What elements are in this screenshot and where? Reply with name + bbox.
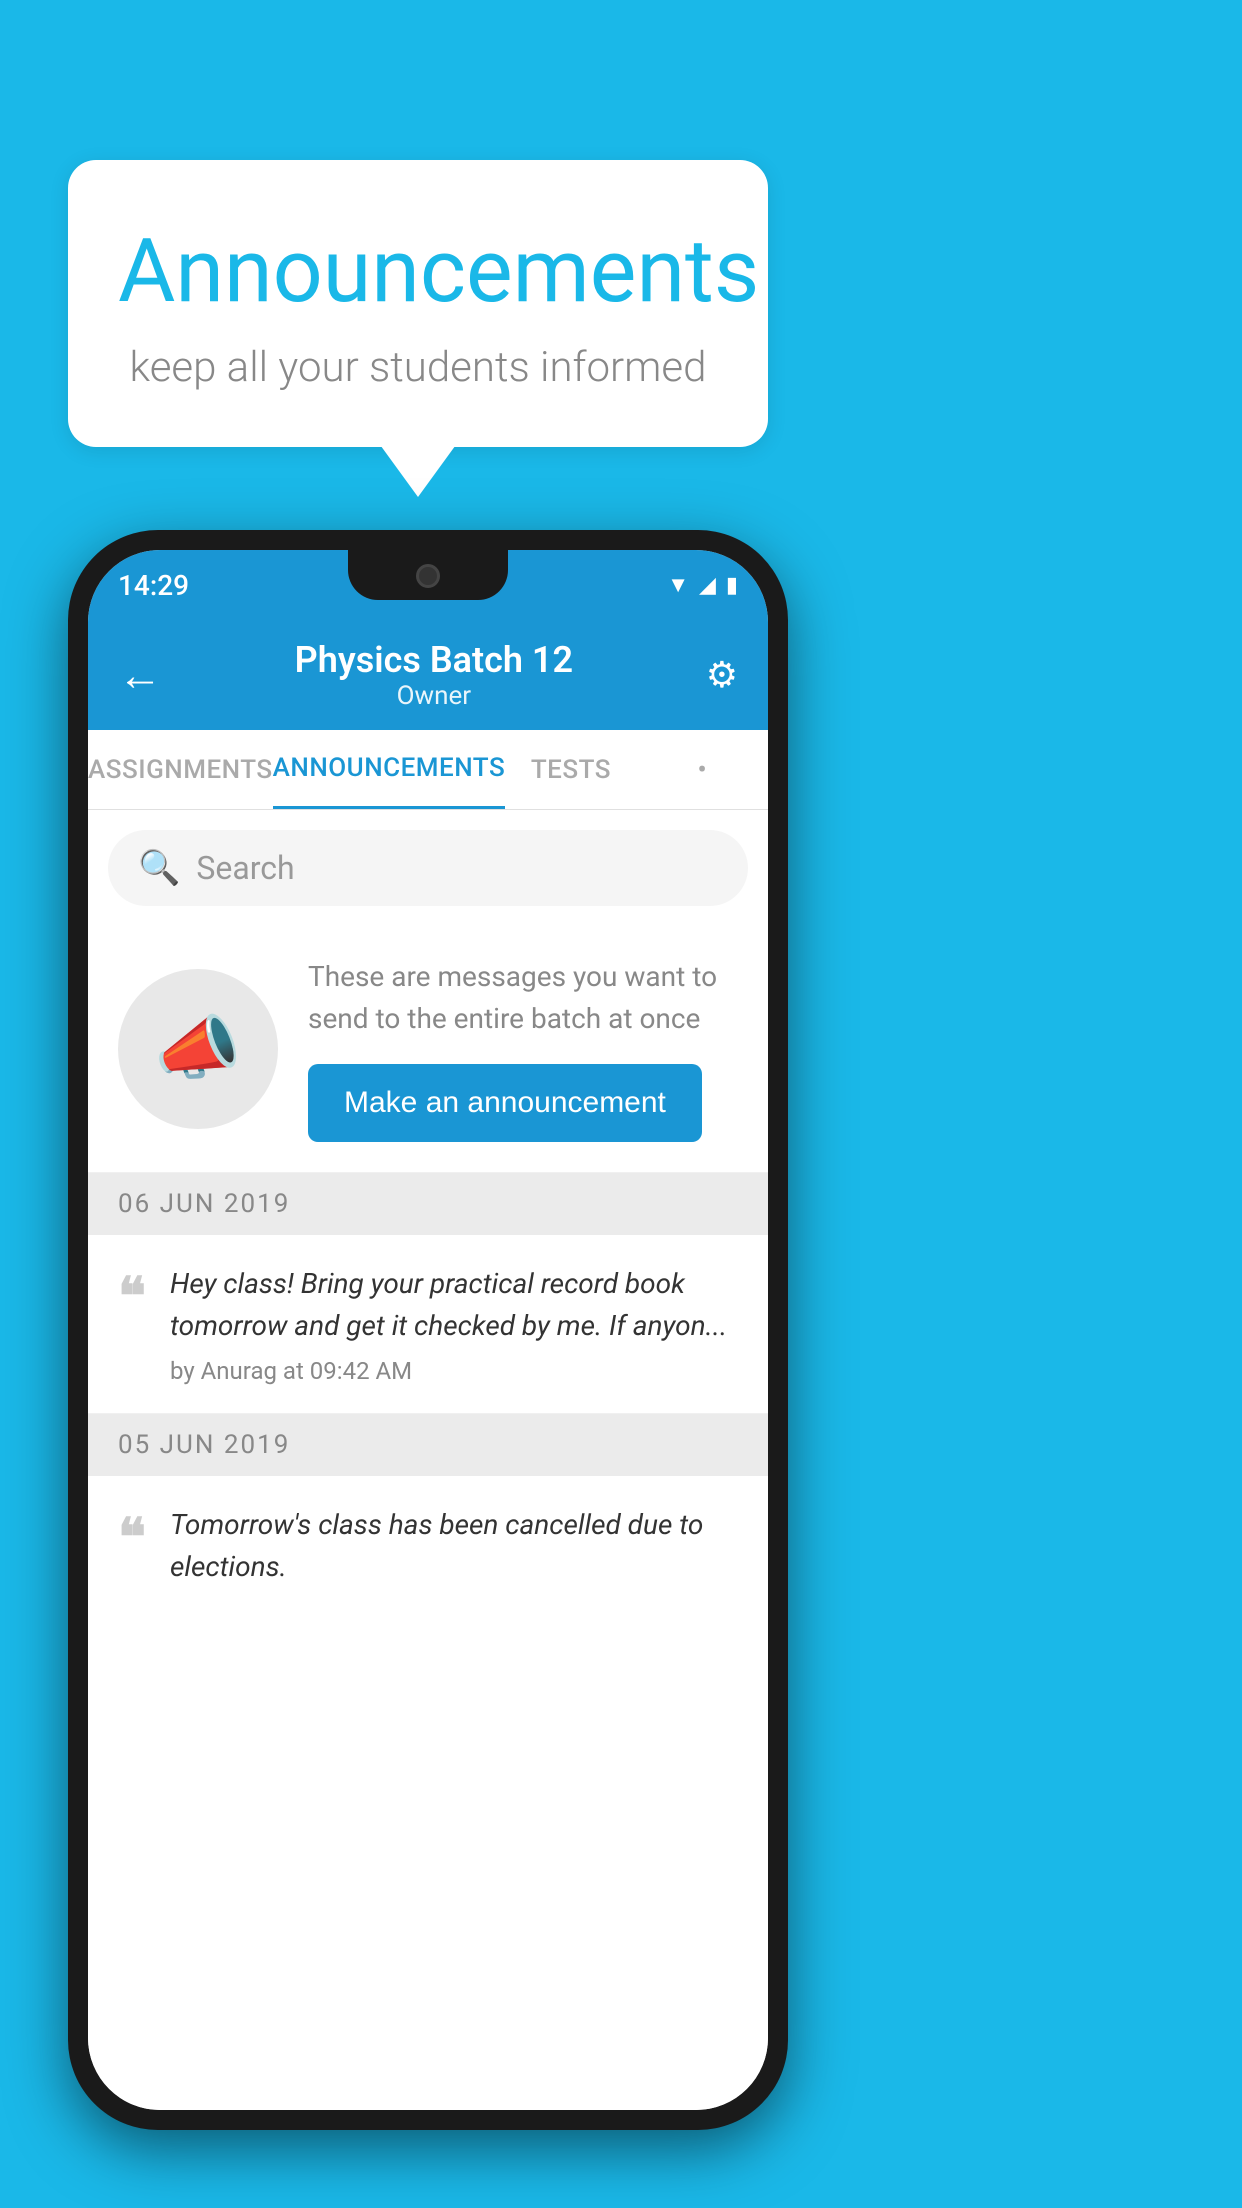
speech-bubble-container: Announcements keep all your students inf… (68, 160, 768, 447)
announcement-message-1: Hey class! Bring your practical record b… (170, 1263, 738, 1347)
header-title-group: Physics Batch 12 Owner (295, 639, 573, 711)
announcement-item-1[interactable]: ❝ Hey class! Bring your practical record… (88, 1235, 768, 1414)
status-time: 14:29 (118, 569, 189, 602)
quote-icon-2: ❝ (118, 1512, 146, 1564)
speech-bubble-title: Announcements (118, 220, 718, 323)
quote-icon-1: ❝ (118, 1271, 146, 1323)
announcement-text-group-1: Hey class! Bring your practical record b… (170, 1263, 738, 1385)
status-icons: ▼ ◢ ▮ (667, 572, 738, 598)
search-icon: 🔍 (138, 848, 180, 888)
notch-camera (416, 564, 440, 588)
date-separator-1: 06 JUN 2019 (88, 1173, 768, 1235)
phone-screen: 14:29 ▼ ◢ ▮ ← Physics Batch 12 Owner ⚙ (88, 550, 768, 2110)
tabs-container: ASSIGNMENTS ANNOUNCEMENTS TESTS • (88, 730, 768, 810)
tab-assignments[interactable]: ASSIGNMENTS (88, 730, 273, 809)
settings-button[interactable]: ⚙ (706, 654, 738, 696)
wifi-icon: ▼ (667, 572, 689, 598)
announcement-meta-1: by Anurag at 09:42 AM (170, 1357, 412, 1385)
phone-notch (348, 550, 508, 600)
signal-icon: ◢ (699, 573, 716, 598)
speech-bubble-subtitle: keep all your students informed (118, 343, 718, 392)
make-announcement-button[interactable]: Make an announcement (308, 1064, 702, 1142)
announcement-item-2[interactable]: ❝ Tomorrow's class has been cancelled du… (88, 1476, 768, 1616)
battery-icon: ▮ (726, 573, 738, 598)
phone-outer: 14:29 ▼ ◢ ▮ ← Physics Batch 12 Owner ⚙ (68, 530, 788, 2130)
back-button[interactable]: ← (118, 649, 162, 701)
intro-description: These are messages you want to send to t… (308, 956, 738, 1040)
tab-more[interactable]: • (637, 730, 768, 809)
tab-announcements[interactable]: ANNOUNCEMENTS (273, 730, 506, 809)
header-subtitle: Owner (295, 681, 573, 711)
content-area: 🔍 Search 📣 These are messages you want t… (88, 810, 768, 2110)
search-bar[interactable]: 🔍 Search (108, 830, 748, 906)
header-title: Physics Batch 12 (295, 639, 573, 681)
search-input-placeholder: Search (196, 849, 294, 887)
announcement-message-2: Tomorrow's class has been cancelled due … (170, 1504, 738, 1588)
announcement-intro: 📣 These are messages you want to send to… (88, 926, 768, 1173)
speech-bubble: Announcements keep all your students inf… (68, 160, 768, 447)
date-separator-2: 05 JUN 2019 (88, 1414, 768, 1476)
announcement-text-group-2: Tomorrow's class has been cancelled due … (170, 1504, 738, 1588)
megaphone-icon: 📣 (154, 1008, 241, 1090)
app-header: ← Physics Batch 12 Owner ⚙ (88, 620, 768, 730)
tab-tests[interactable]: TESTS (505, 730, 636, 809)
announcement-icon-circle: 📣 (118, 969, 278, 1129)
announcement-intro-right: These are messages you want to send to t… (308, 956, 738, 1142)
phone-wrapper: 14:29 ▼ ◢ ▮ ← Physics Batch 12 Owner ⚙ (68, 530, 788, 2130)
